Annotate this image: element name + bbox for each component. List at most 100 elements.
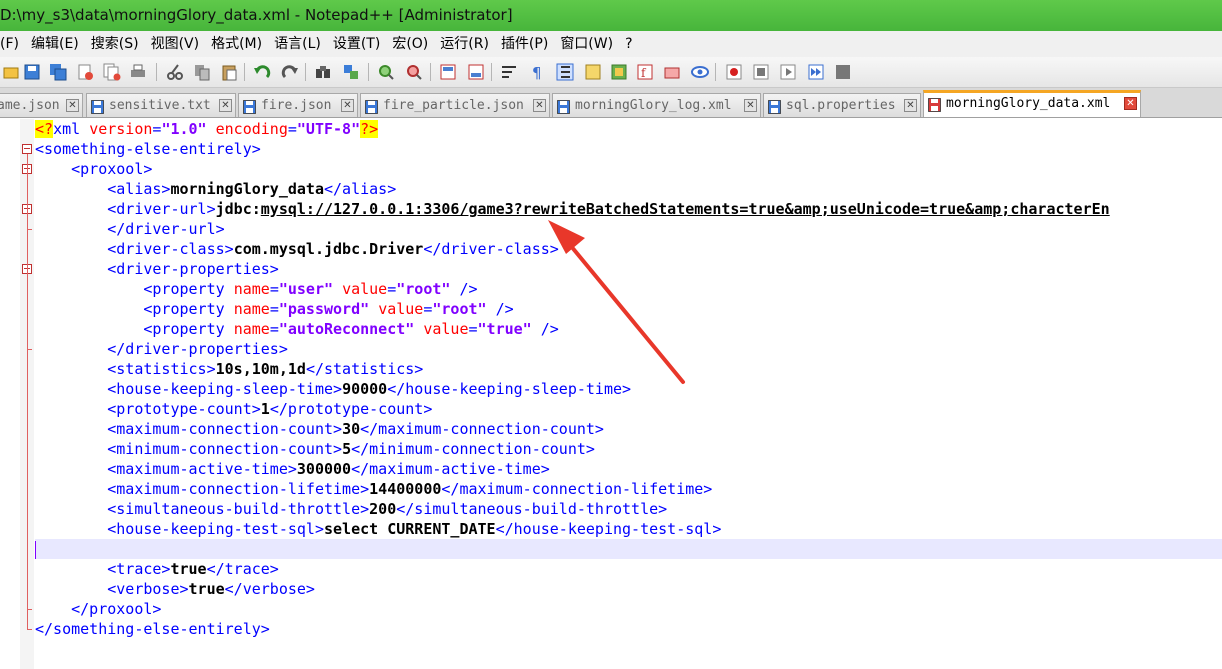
indent-guide-icon[interactable] [554, 61, 576, 83]
file-saved-icon [243, 99, 256, 114]
close-icon[interactable]: ✕ [219, 99, 232, 112]
menu-item[interactable]: 宏(O) [386, 31, 434, 57]
menu-bar: (F) 编辑(E) 搜索(S) 视图(V) 格式(M) 语言(L) 设置(T) 宏(O) 运行(… [0, 31, 1222, 57]
code-line[interactable]: <maximum-connection-count>30</maximum-co… [35, 419, 1222, 439]
code-line[interactable]: <simultaneous-build-throttle>200</simult… [35, 499, 1222, 519]
toolbar-separator [491, 63, 492, 81]
code-line[interactable]: <something-else-entirely> [35, 139, 1222, 159]
cut-icon[interactable] [164, 61, 186, 83]
code-line[interactable]: </proxool> [35, 599, 1222, 619]
sync-vertical-icon[interactable] [437, 61, 459, 83]
tab-fire-json[interactable]: fire.json ✕ [238, 93, 358, 117]
tab-label: morningGlory_data.xml [946, 96, 1111, 111]
play-macro-icon[interactable] [777, 61, 799, 83]
code-line[interactable]: <driver-url>jdbc:mysql://127.0.0.1:3306/… [35, 199, 1222, 219]
code-line[interactable]: <proxool> [35, 159, 1222, 179]
close-icon[interactable]: ✕ [1124, 97, 1137, 110]
code-line[interactable]: <property name="password" value="root" /… [35, 299, 1222, 319]
window-title: D:\my_s3\data\morningGlory_data.xml - No… [0, 6, 513, 24]
tab-fire-particle-json[interactable]: fire_particle.json ✕ [360, 93, 550, 117]
code-line[interactable]: <maximum-connection-lifetime>14400000</m… [35, 479, 1222, 499]
doc-map-icon[interactable] [608, 61, 630, 83]
code-line[interactable]: </driver-url> [35, 219, 1222, 239]
function-list-icon[interactable]: f [634, 61, 656, 83]
menu-item[interactable]: 编辑(E) [25, 31, 85, 57]
folder-workspace-icon[interactable] [661, 61, 683, 83]
tab-morningglory-data-xml[interactable]: morningGlory_data.xml ✕ [923, 90, 1141, 117]
fold-line [27, 154, 28, 629]
file-saved-icon [557, 99, 570, 114]
code-line[interactable]: <house-keeping-test-sql>select CURRENT_D… [35, 519, 1222, 539]
code-line[interactable]: <minimum-connection-count>5</minimum-con… [35, 439, 1222, 459]
show-all-chars-icon[interactable]: ¶ [526, 61, 548, 83]
toolbar-separator [244, 63, 245, 81]
close-icon[interactable]: ✕ [533, 99, 546, 112]
close-icon[interactable]: ✕ [66, 99, 79, 112]
code-line[interactable]: <driver-class>com.mysql.jdbc.Driver</dri… [35, 239, 1222, 259]
record-macro-icon[interactable] [723, 61, 745, 83]
replace-icon[interactable] [340, 61, 362, 83]
code-line[interactable]: <property name="autoReconnect" value="tr… [35, 319, 1222, 339]
close-icon[interactable]: ✕ [904, 99, 917, 112]
toolbar-separator [305, 63, 306, 81]
code-line[interactable]: <alias>morningGlory_data</alias> [35, 179, 1222, 199]
zoom-out-icon[interactable] [403, 61, 425, 83]
tab-ame-json[interactable]: ame.json ✕ [0, 93, 83, 117]
word-wrap-icon[interactable] [498, 61, 520, 83]
code-line[interactable]: <maximum-active-time>300000</maximum-act… [35, 459, 1222, 479]
zoom-in-icon[interactable] [375, 61, 397, 83]
code-line[interactable] [35, 539, 1222, 559]
copy-icon[interactable] [191, 61, 213, 83]
paste-icon[interactable] [218, 61, 240, 83]
save-icon[interactable] [21, 61, 43, 83]
menu-item[interactable]: 运行(R) [434, 31, 495, 57]
code-line[interactable]: <statistics>10s,10m,1d</statistics> [35, 359, 1222, 379]
code-line[interactable]: <prototype-count>1</prototype-count> [35, 399, 1222, 419]
code-line[interactable]: </driver-properties> [35, 339, 1222, 359]
close-all-icon[interactable] [101, 61, 123, 83]
file-saved-icon [365, 99, 378, 114]
code-line[interactable]: <trace>true</trace> [35, 559, 1222, 579]
undo-icon[interactable] [251, 61, 273, 83]
tab-sensitive-txt[interactable]: sensitive.txt ✕ [86, 93, 236, 117]
menu-item[interactable]: 插件(P) [495, 31, 554, 57]
menu-item[interactable]: 视图(V) [145, 31, 206, 57]
code-line[interactable]: <driver-properties> [35, 259, 1222, 279]
menu-item[interactable]: 格式(M) [205, 31, 268, 57]
text-cursor [35, 540, 36, 559]
sync-horizontal-icon[interactable] [465, 61, 487, 83]
menu-item[interactable]: 设置(T) [327, 31, 386, 57]
file-saved-icon [91, 99, 104, 114]
menu-item[interactable]: 语言(L) [268, 31, 327, 57]
save-macro-icon[interactable] [832, 61, 854, 83]
file-modified-icon [928, 98, 941, 112]
code-line[interactable]: <house-keeping-sleep-time>90000</house-k… [35, 379, 1222, 399]
tab-bar: ame.json ✕ sensitive.txt ✕ fire.json ✕ fire_pa… [0, 88, 1222, 118]
close-icon[interactable] [74, 61, 96, 83]
close-icon[interactable]: ✕ [744, 99, 757, 112]
close-icon[interactable]: ✕ [341, 99, 354, 112]
code-line[interactable]: <property name="user" value="root" /> [35, 279, 1222, 299]
code-line[interactable]: </something-else-entirely> [35, 619, 1222, 639]
find-icon[interactable] [312, 61, 334, 83]
print-icon[interactable] [127, 61, 149, 83]
menu-item[interactable]: 窗口(W) [554, 31, 619, 57]
menu-item[interactable]: ? [619, 31, 638, 57]
menu-item[interactable]: (F) [0, 31, 25, 57]
tab-morningglory-log-xml[interactable]: morningGlory_log.xml ✕ [552, 93, 761, 117]
monitor-icon[interactable] [689, 61, 711, 83]
stop-macro-icon[interactable] [750, 61, 772, 83]
save-all-icon[interactable] [47, 61, 69, 83]
tab-sql-properties[interactable]: sql.properties ✕ [763, 93, 921, 117]
udl-icon[interactable] [582, 61, 604, 83]
code-line[interactable]: <?xml version="1.0" encoding="UTF-8"?> [35, 119, 1222, 139]
code-line[interactable]: <verbose>true</verbose> [35, 579, 1222, 599]
open-icon[interactable] [0, 61, 22, 83]
menu-item[interactable]: 搜索(S) [85, 31, 145, 57]
fold-end-marker [27, 349, 32, 350]
tab-label: sensitive.txt [109, 98, 211, 113]
editor[interactable]: <?xml version="1.0" encoding="UTF-8"?> <s… [0, 119, 1222, 669]
fold-toggle-icon[interactable] [22, 144, 32, 154]
run-macro-multiple-icon[interactable] [805, 61, 827, 83]
redo-icon[interactable] [279, 61, 301, 83]
